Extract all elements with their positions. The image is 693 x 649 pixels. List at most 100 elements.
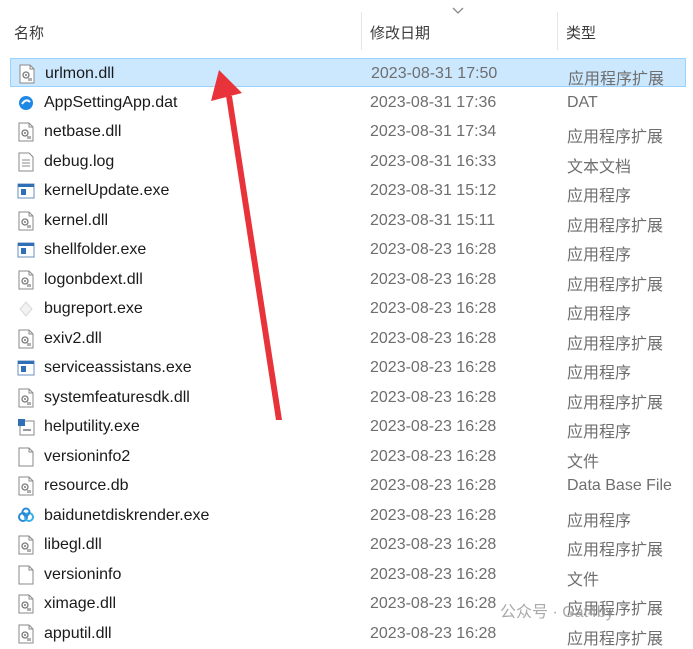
exe-icon (17, 240, 35, 260)
file-row[interactable]: versioninfo 2023-08-23 16:28 文件 (10, 560, 686, 589)
file-date: 2023-08-23 16:28 (370, 447, 497, 465)
file-date: 2023-08-23 16:28 (370, 270, 497, 288)
file-type: 应用程序 (567, 512, 632, 530)
text-file-icon (17, 152, 35, 172)
file-type: 应用程序扩展 (567, 276, 664, 294)
file-type: 应用程序扩展 (567, 217, 664, 235)
dll-icon (17, 476, 35, 496)
file-date: 2023-08-23 16:28 (370, 388, 497, 406)
file-name: debug.log (44, 152, 115, 170)
cloud-app-icon (17, 506, 35, 526)
watermark-text: 公众号 · Gat4by (500, 604, 614, 621)
file-row[interactable]: helputility.exe 2023-08-23 16:28 应用程序 (10, 412, 686, 441)
blue-app-icon (17, 93, 35, 113)
column-divider[interactable] (361, 12, 362, 50)
file-type: 应用程序扩展 (567, 394, 664, 412)
file-date: 2023-08-31 15:12 (370, 182, 497, 199)
file-date: 2023-08-23 16:28 (370, 241, 497, 258)
file-name: urlmon.dll (45, 65, 115, 82)
file-type: 应用程序扩展 (567, 129, 664, 146)
file-date: 2023-08-31 17:36 (370, 93, 497, 111)
file-row[interactable]: resource.db 2023-08-23 16:28 Data Base Fil… (10, 471, 686, 500)
file-type: 文本文档 (567, 158, 632, 176)
file-type: 文件 (567, 571, 600, 589)
file-date: 2023-08-31 15:11 (370, 211, 496, 229)
file-name: versioninfo (44, 565, 122, 583)
file-row[interactable]: libegl.dll 2023-08-23 16:28 应用程序扩展 (10, 530, 686, 559)
file-date: 2023-08-31 16:33 (370, 152, 497, 170)
column-header-name[interactable]: 名称 (14, 22, 44, 43)
file-row[interactable]: netbase.dll 2023-08-31 17:34 应用程序扩展 (10, 117, 686, 146)
file-name: shellfolder.exe (44, 241, 147, 258)
file-type: 文件 (567, 453, 600, 471)
file-type: 应用程序 (567, 365, 632, 382)
dll-icon (17, 388, 35, 408)
file-date: 2023-08-23 16:28 (370, 506, 497, 524)
file-date: 2023-08-23 16:28 (370, 418, 497, 435)
file-row[interactable]: shellfolder.exe 2023-08-23 16:28 应用程序 (10, 235, 686, 264)
file-date: 2023-08-31 17:34 (370, 123, 497, 140)
file-type: 应用程序扩展 (567, 630, 664, 648)
file-name: kernelUpdate.exe (44, 182, 170, 199)
file-name: helputility.exe (44, 418, 140, 435)
file-row[interactable]: kernelUpdate.exe 2023-08-31 15:12 应用程序 (10, 176, 686, 205)
file-type: 应用程序 (567, 306, 632, 323)
file-row[interactable]: kernel.dll 2023-08-31 15:11 应用程序扩展 (10, 206, 686, 235)
column-divider[interactable] (557, 12, 558, 50)
dll-icon (17, 211, 35, 231)
file-row[interactable]: exiv2.dll 2023-08-23 16:28 应用程序扩展 (10, 324, 686, 353)
file-date: 2023-08-23 16:28 (370, 300, 497, 317)
file-name: versioninfo2 (44, 447, 131, 465)
file-row[interactable]: bugreport.exe 2023-08-23 16:28 应用程序 (10, 294, 686, 323)
file-name: netbase.dll (44, 123, 122, 140)
blank-file-icon (17, 447, 35, 467)
file-date: 2023-08-23 16:28 (370, 595, 497, 612)
file-type: Data Base File (567, 477, 672, 494)
file-name: serviceassistans.exe (44, 359, 192, 376)
dll-icon (17, 329, 35, 349)
file-type: DAT (567, 93, 598, 111)
file-date: 2023-08-23 16:28 (370, 329, 497, 347)
file-name: logonbdext.dll (44, 270, 143, 288)
file-date: 2023-08-31 17:50 (371, 65, 498, 82)
file-name: AppSettingApp.dat (44, 93, 178, 111)
dll-icon (18, 64, 36, 84)
file-date: 2023-08-23 16:28 (370, 565, 497, 583)
file-name: bugreport.exe (44, 300, 143, 317)
file-type: 应用程序 (567, 424, 632, 441)
file-row[interactable]: urlmon.dll 2023-08-31 17:50 应用程序扩展 (10, 58, 686, 88)
file-name: resource.db (44, 477, 129, 494)
file-row[interactable]: AppSettingApp.dat 2023-08-31 17:36 DAT (10, 88, 686, 117)
file-row[interactable]: systemfeaturesdk.dll 2023-08-23 16:28 应用程序… (10, 383, 686, 412)
file-row[interactable]: debug.log 2023-08-31 16:33 文本文档 (10, 147, 686, 176)
column-header-type[interactable]: 类型 (566, 22, 596, 43)
file-row[interactable]: apputil.dll 2023-08-23 16:28 应用程序扩展 (10, 619, 686, 648)
dll-icon (17, 122, 35, 142)
dll-icon (17, 535, 35, 555)
file-date: 2023-08-23 16:28 (370, 536, 497, 553)
file-name: apputil.dll (44, 624, 112, 642)
file-row[interactable]: logonbdext.dll 2023-08-23 16:28 应用程序扩展 (10, 265, 686, 294)
file-row[interactable]: baidunetdiskrender.exe 2023-08-23 16:28 应用… (10, 501, 686, 530)
file-name: ximage.dll (44, 595, 117, 612)
sort-chevron-icon[interactable] (451, 6, 465, 16)
file-row[interactable]: serviceassistans.exe 2023-08-23 16:28 应用程序 (10, 353, 686, 382)
exe-icon (17, 181, 35, 201)
column-header-date[interactable]: 修改日期 (370, 22, 430, 43)
file-type: 应用程序扩展 (567, 335, 664, 353)
file-name: exiv2.dll (44, 329, 102, 347)
file-date: 2023-08-23 16:28 (370, 624, 497, 642)
blank-file-icon (17, 565, 35, 585)
dll-icon (17, 594, 35, 614)
file-row[interactable]: versioninfo2 2023-08-23 16:28 文件 (10, 442, 686, 471)
file-type: 应用程序扩展 (567, 542, 664, 559)
file-name: kernel.dll (44, 211, 109, 229)
file-name: systemfeaturesdk.dll (44, 388, 190, 406)
faded-app-icon (17, 299, 35, 319)
file-date: 2023-08-23 16:28 (370, 359, 497, 376)
file-name: baidunetdiskrender.exe (44, 506, 210, 524)
file-type: 应用程序 (567, 247, 632, 264)
file-date: 2023-08-23 16:28 (370, 477, 497, 494)
dll-icon (17, 270, 35, 290)
file-type: 应用程序 (567, 188, 632, 205)
